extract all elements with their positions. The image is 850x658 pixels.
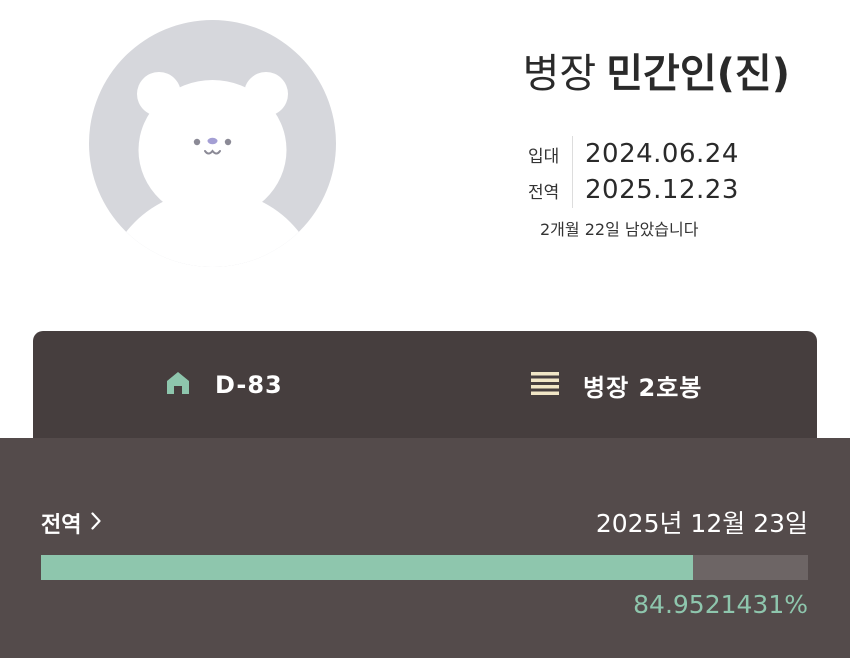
discharge-label: 전역 — [528, 182, 560, 203]
discharge-title: 전역 — [41, 513, 82, 538]
discharge-target-date: 2025년 12월 23일 — [595, 509, 808, 538]
discharge-link[interactable]: 전역 — [41, 507, 102, 539]
progress-bar — [41, 555, 808, 580]
divider — [572, 136, 573, 172]
tab-dday[interactable]: D-83 — [165, 331, 283, 439]
enlist-row: 입대 2024.06.24 — [528, 136, 739, 172]
menu-lines-icon — [531, 371, 559, 399]
progress-fill — [41, 555, 693, 580]
summary-tabs: D-83 병장 2호봉 — [33, 331, 817, 439]
bear-avatar-icon — [107, 72, 318, 267]
avatar[interactable] — [89, 20, 336, 267]
progress-panel — [0, 438, 850, 658]
rank-label: 병장 — [522, 51, 597, 97]
enlist-date: 2024.06.24 — [585, 139, 739, 169]
divider — [572, 172, 573, 208]
service-dates: 입대 2024.06.24 전역 2025.12.23 — [528, 136, 739, 208]
tab-rank[interactable]: 병장 2호봉 — [531, 331, 702, 439]
progress-percent: 84.9521431% — [633, 590, 808, 619]
user-name: 민간인(진) — [606, 51, 790, 97]
discharge-date: 2025.12.23 — [585, 175, 739, 205]
enlist-label: 입대 — [528, 146, 560, 167]
remaining-text: 2개월 22일 남았습니다 — [540, 220, 699, 239]
home-icon — [165, 370, 191, 400]
dday-label: D-83 — [215, 371, 283, 399]
rank-tab-label: 병장 2호봉 — [583, 373, 703, 402]
discharge-row: 전역 2025.12.23 — [528, 172, 739, 208]
profile-name: 병장 민간인(진) — [523, 46, 790, 102]
chevron-right-icon — [91, 511, 102, 536]
